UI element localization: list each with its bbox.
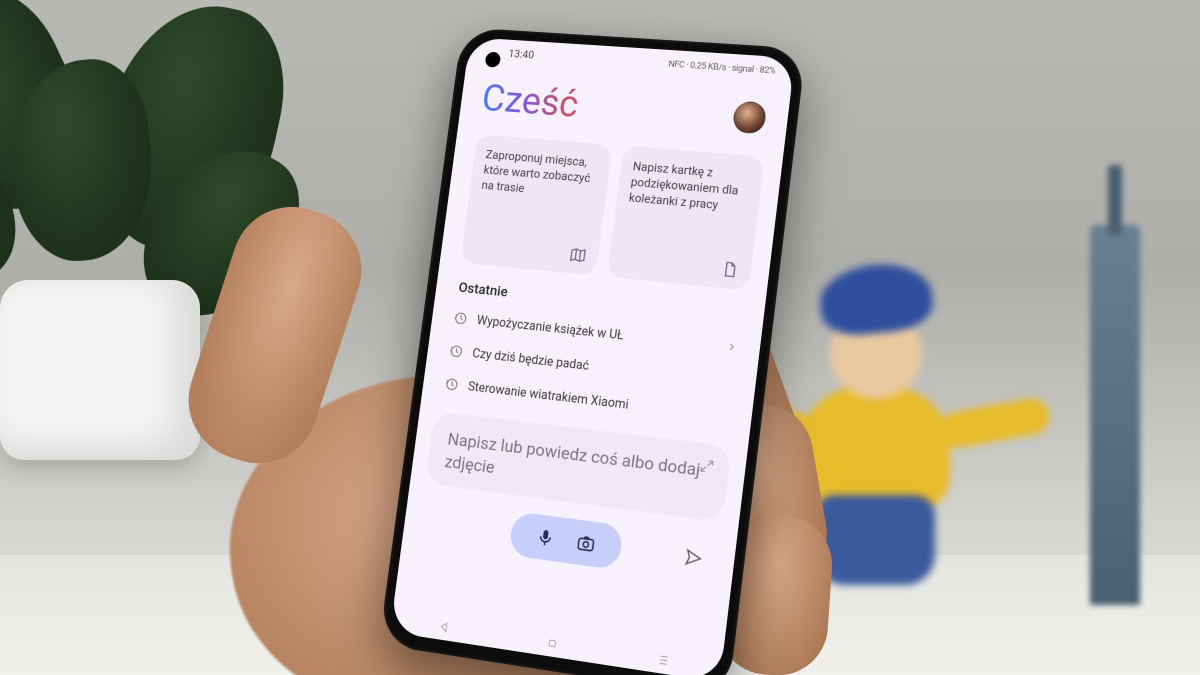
smartphone: 13:40 NFC · 0.25 KB/s · signal · 82% Cze…: [379, 27, 807, 675]
photo-scene: 13:40 NFC · 0.25 KB/s · signal · 82% Cze…: [0, 0, 1200, 675]
input-mode-pill: [508, 511, 624, 570]
profile-avatar[interactable]: [732, 101, 768, 135]
expand-icon[interactable]: [698, 457, 716, 475]
background-doll: [770, 255, 990, 585]
background-tower-model: [1090, 225, 1140, 605]
nav-back-icon[interactable]: [437, 619, 452, 635]
suggestion-card[interactable]: Napisz kartkę z podziękowaniem dla koleż…: [607, 146, 765, 291]
nav-home-icon[interactable]: [545, 635, 560, 651]
history-icon: [452, 310, 469, 327]
microphone-icon[interactable]: [535, 526, 557, 549]
camera-icon[interactable]: [575, 532, 597, 555]
status-time: 13:40: [508, 47, 535, 61]
suggestion-card-text: Zaproponuj miejsca, które warto zobaczyć…: [481, 147, 600, 203]
suggestion-card-text: Napisz kartkę z podziękowaniem dla koleż…: [628, 158, 752, 216]
document-icon: [720, 260, 740, 280]
nav-recent-icon[interactable]: [656, 652, 672, 669]
history-icon: [443, 376, 460, 393]
background-plant: [0, 0, 280, 500]
map-icon: [568, 246, 587, 265]
send-icon[interactable]: [682, 546, 705, 569]
suggestion-card[interactable]: Zaproponuj miejsca, które warto zobaczyć…: [460, 134, 612, 275]
history-icon: [447, 343, 464, 360]
greeting-title: Cześć: [479, 77, 580, 126]
chevron-right-icon: [725, 340, 738, 353]
